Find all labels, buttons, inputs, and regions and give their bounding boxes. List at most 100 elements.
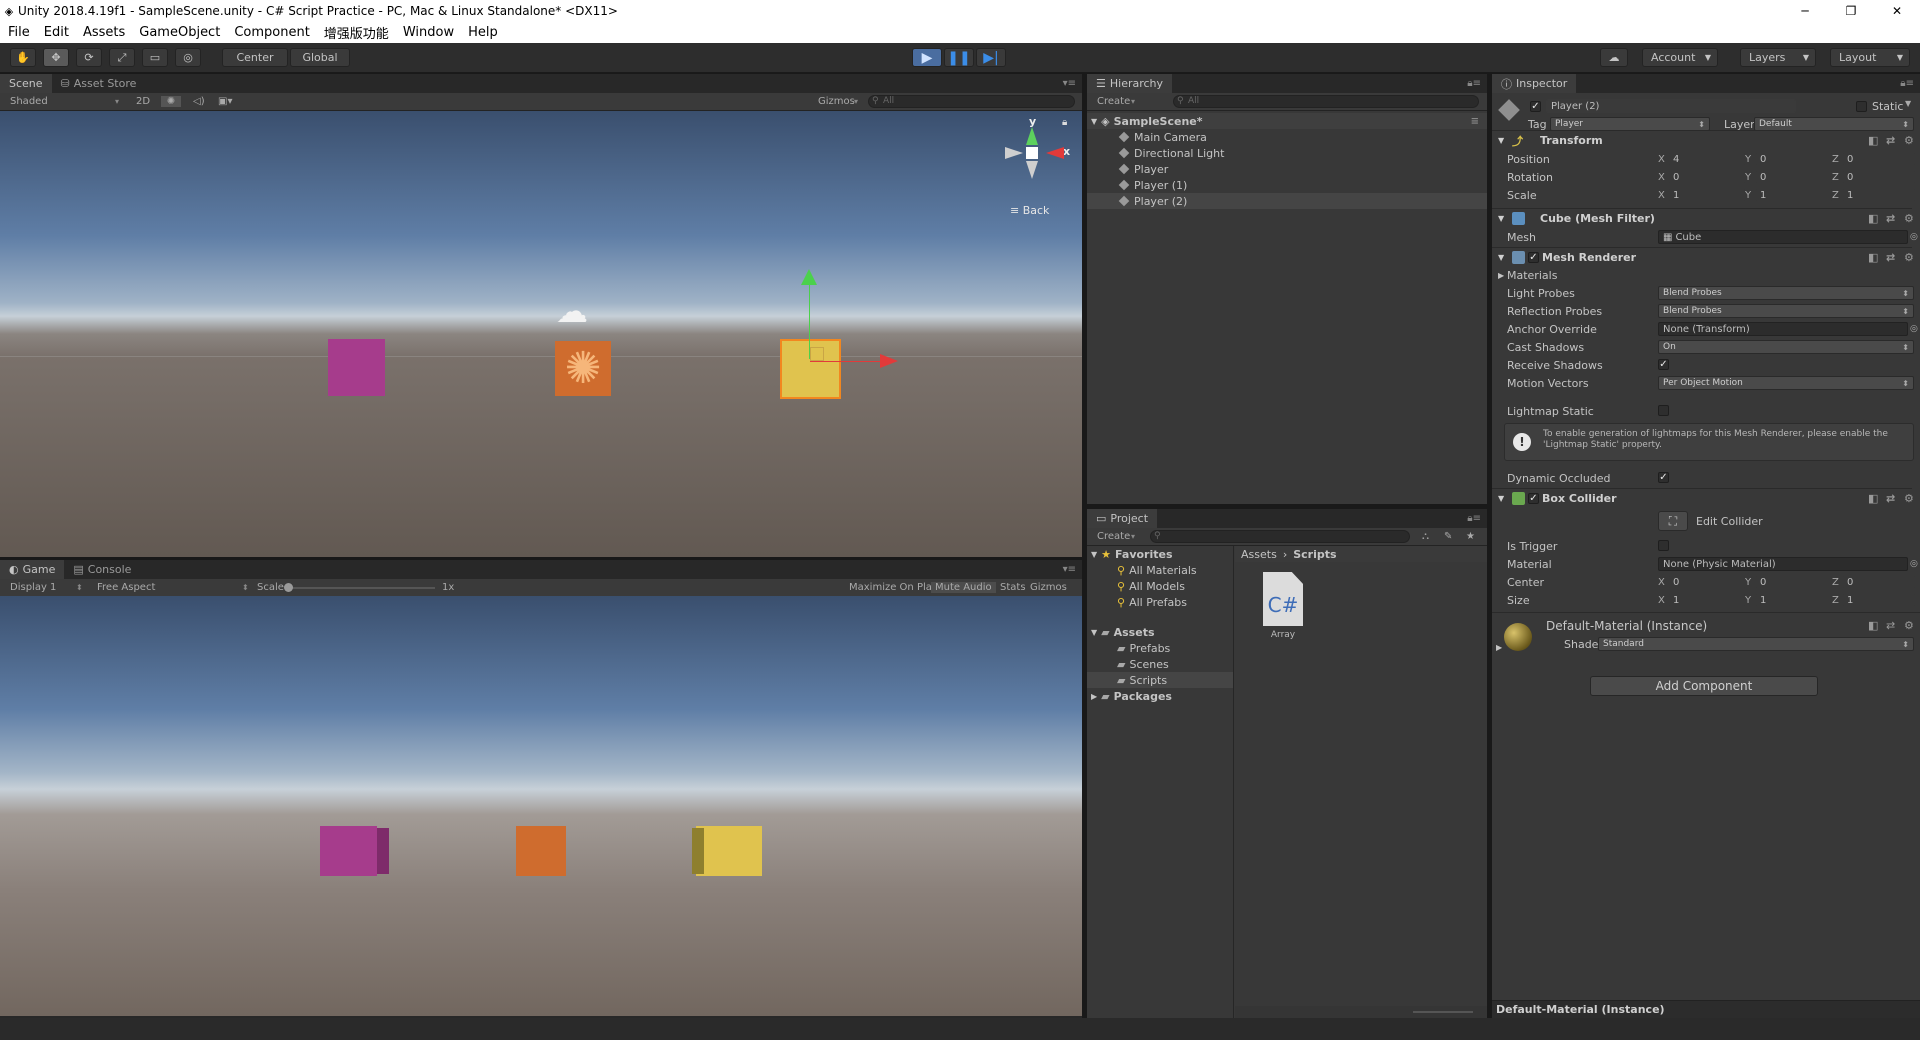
menu-enhanced[interactable]: 增强版功能 — [324, 23, 389, 42]
cast-shadows-dropdown[interactable]: On — [1658, 340, 1914, 354]
layout-dropdown[interactable]: Layout ▼ — [1830, 48, 1910, 67]
motion-vectors-dropdown[interactable]: Per Object Motion — [1658, 376, 1914, 390]
box-collider-header[interactable]: ▼ ✓ Box Collider ◧ ⇄ ⚙ — [1492, 488, 1914, 508]
triangle-right-icon[interactable]: ▶ — [1496, 643, 1502, 652]
tab-asset-store[interactable]: ⛁ Asset Store — [52, 74, 146, 93]
gizmo-center-cube[interactable] — [1026, 147, 1038, 159]
favorite-star-icon[interactable]: ★ — [1466, 531, 1475, 542]
gear-icon[interactable]: ⚙ — [1904, 492, 1914, 505]
rotate-tool-icon[interactable]: ⟳ — [76, 48, 102, 67]
move-tool-icon[interactable]: ✥ — [43, 48, 69, 67]
scene-search-input[interactable]: ⚲ All — [868, 95, 1075, 108]
tab-inspector[interactable]: ⓘ Inspector — [1492, 74, 1577, 93]
preset-icon[interactable]: ⇄ — [1886, 134, 1895, 147]
csharp-script-icon[interactable]: C# — [1263, 572, 1303, 626]
material-preview-sphere[interactable] — [1504, 623, 1532, 651]
move-gizmo-plane-handle[interactable] — [810, 347, 824, 361]
scale-x-field[interactable]: 1 — [1668, 188, 1746, 202]
project-create-button[interactable]: Create — [1097, 531, 1130, 542]
favorites-item[interactable]: ⚲ All Prefabs — [1087, 594, 1233, 610]
lock-icon[interactable]: 🔒︎ — [1062, 117, 1067, 128]
collider-material-field[interactable]: None (Physic Material) — [1658, 557, 1908, 571]
account-dropdown[interactable]: Account ▼ — [1642, 48, 1718, 67]
panel-menu-icon[interactable]: 🔒︎≡ — [1900, 78, 1914, 89]
center-z-field[interactable]: 0 — [1842, 575, 1916, 589]
icon-size-slider[interactable] — [1413, 1011, 1473, 1013]
position-z-field[interactable]: 0 — [1842, 152, 1916, 166]
menu-help[interactable]: Help — [468, 25, 498, 40]
arrow-up-icon[interactable] — [801, 269, 817, 285]
favorites-item[interactable]: ⚲ All Materials — [1087, 562, 1233, 578]
hierarchy-item-selected[interactable]: Player (2) — [1087, 193, 1487, 209]
stats-toggle[interactable]: Stats — [1000, 582, 1026, 593]
assets-folder[interactable]: ▰ Scenes — [1087, 656, 1233, 672]
tag-dropdown[interactable]: Player — [1550, 117, 1710, 131]
hierarchy-item[interactable]: Main Camera — [1087, 129, 1487, 145]
hierarchy-item[interactable]: Directional Light — [1087, 145, 1487, 161]
object-name-field[interactable]: Player (2) — [1546, 99, 1796, 113]
display-dropdown[interactable]: Display 1 — [10, 582, 56, 593]
preset-icon[interactable]: ⇄ — [1886, 619, 1895, 632]
camera-gizmo-icon[interactable]: ☁ — [556, 295, 588, 327]
reflection-probes-dropdown[interactable]: Blend Probes — [1658, 304, 1914, 318]
gizmo-x-cone-icon[interactable] — [1046, 147, 1064, 159]
transform-tool-icon[interactable]: ◎ — [175, 48, 201, 67]
help-book-icon[interactable]: ◧ — [1868, 619, 1878, 632]
panel-menu-icon[interactable]: 🔒︎≡ — [1467, 513, 1481, 524]
preview-footer[interactable]: Default-Material (Instance) — [1492, 1000, 1920, 1018]
lightmap-static-checkbox[interactable] — [1658, 405, 1669, 416]
menu-edit[interactable]: Edit — [44, 25, 69, 40]
menu-gameobject[interactable]: GameObject — [139, 25, 220, 40]
favorites-item[interactable]: ⚲ All Models — [1087, 578, 1233, 594]
help-book-icon[interactable]: ◧ — [1868, 134, 1878, 147]
rotation-y-field[interactable]: 0 — [1755, 170, 1833, 184]
shading-dropdown[interactable]: Shaded — [10, 96, 48, 107]
object-picker-icon[interactable]: ◎ — [1910, 324, 1918, 334]
scene-menu-icon[interactable]: ≡ — [1471, 116, 1479, 127]
maximize-on-play-toggle[interactable]: Maximize On Play — [849, 582, 938, 593]
panel-menu-icon[interactable]: ▾≡ — [1063, 564, 1076, 575]
rect-tool-icon[interactable]: ▭ — [142, 48, 168, 67]
anchor-override-field[interactable]: None (Transform) — [1658, 322, 1908, 336]
hierarchy-search-input[interactable]: ⚲ All — [1173, 95, 1479, 108]
assets-folder-selected[interactable]: ▰ Scripts — [1087, 672, 1233, 688]
tab-console[interactable]: ▤ Console — [64, 560, 140, 579]
menu-window[interactable]: Window — [403, 25, 454, 40]
scale-tool-icon[interactable]: ⤢ — [109, 48, 135, 67]
script-file-name[interactable]: Array — [1263, 630, 1303, 640]
object-picker-icon[interactable]: ◎ — [1910, 559, 1918, 569]
restore-button[interactable]: ❐ — [1828, 0, 1874, 22]
position-x-field[interactable]: 4 — [1668, 152, 1746, 166]
play-button[interactable]: ▶ — [912, 48, 942, 67]
hierarchy-item[interactable]: Player (1) — [1087, 177, 1487, 193]
chevron-down-icon[interactable]: ▼ — [1905, 99, 1911, 108]
preset-icon[interactable]: ⇄ — [1886, 212, 1895, 225]
hand-tool-icon[interactable]: ✋ — [10, 48, 36, 67]
menu-component[interactable]: Component — [234, 25, 309, 40]
filter-label-icon[interactable]: ✎ — [1444, 531, 1452, 542]
collab-cloud-icon[interactable]: ☁ — [1600, 48, 1628, 67]
step-button[interactable]: ▶| — [976, 48, 1006, 67]
aspect-dropdown[interactable]: Free Aspect — [97, 582, 155, 593]
scale-slider[interactable] — [287, 587, 435, 589]
scale-slider-thumb[interactable] — [284, 583, 293, 592]
project-search-input[interactable]: ⚲ — [1150, 530, 1410, 543]
position-y-field[interactable]: 0 — [1755, 152, 1833, 166]
gear-icon[interactable]: ⚙ — [1904, 134, 1914, 147]
directional-light-sun-icon[interactable]: ✺ — [555, 341, 611, 396]
favorites-row[interactable]: ▼ ★ Favorites — [1087, 546, 1233, 562]
gizmos-dropdown[interactable]: Gizmos — [818, 96, 855, 107]
menu-file[interactable]: File — [8, 25, 30, 40]
layer-dropdown[interactable]: Default — [1754, 117, 1914, 131]
hierarchy-create-button[interactable]: Create — [1097, 96, 1130, 107]
box-collider-enabled-checkbox[interactable]: ✓ — [1528, 493, 1539, 504]
scene-viewport[interactable]: ✺ ☁ y x 🔒︎ ≡ Back — [0, 111, 1082, 557]
breadcrumb-scripts[interactable]: Scripts — [1293, 548, 1336, 561]
is-trigger-checkbox[interactable] — [1658, 540, 1669, 551]
game-viewport[interactable] — [0, 596, 1082, 1016]
center-y-field[interactable]: 0 — [1755, 575, 1833, 589]
active-checkbox[interactable]: ✓ — [1530, 101, 1541, 112]
tab-game[interactable]: ◐ Game — [0, 560, 65, 579]
lighting-toggle-icon[interactable]: ✺ — [161, 96, 181, 107]
hierarchy-item[interactable]: Player — [1087, 161, 1487, 177]
